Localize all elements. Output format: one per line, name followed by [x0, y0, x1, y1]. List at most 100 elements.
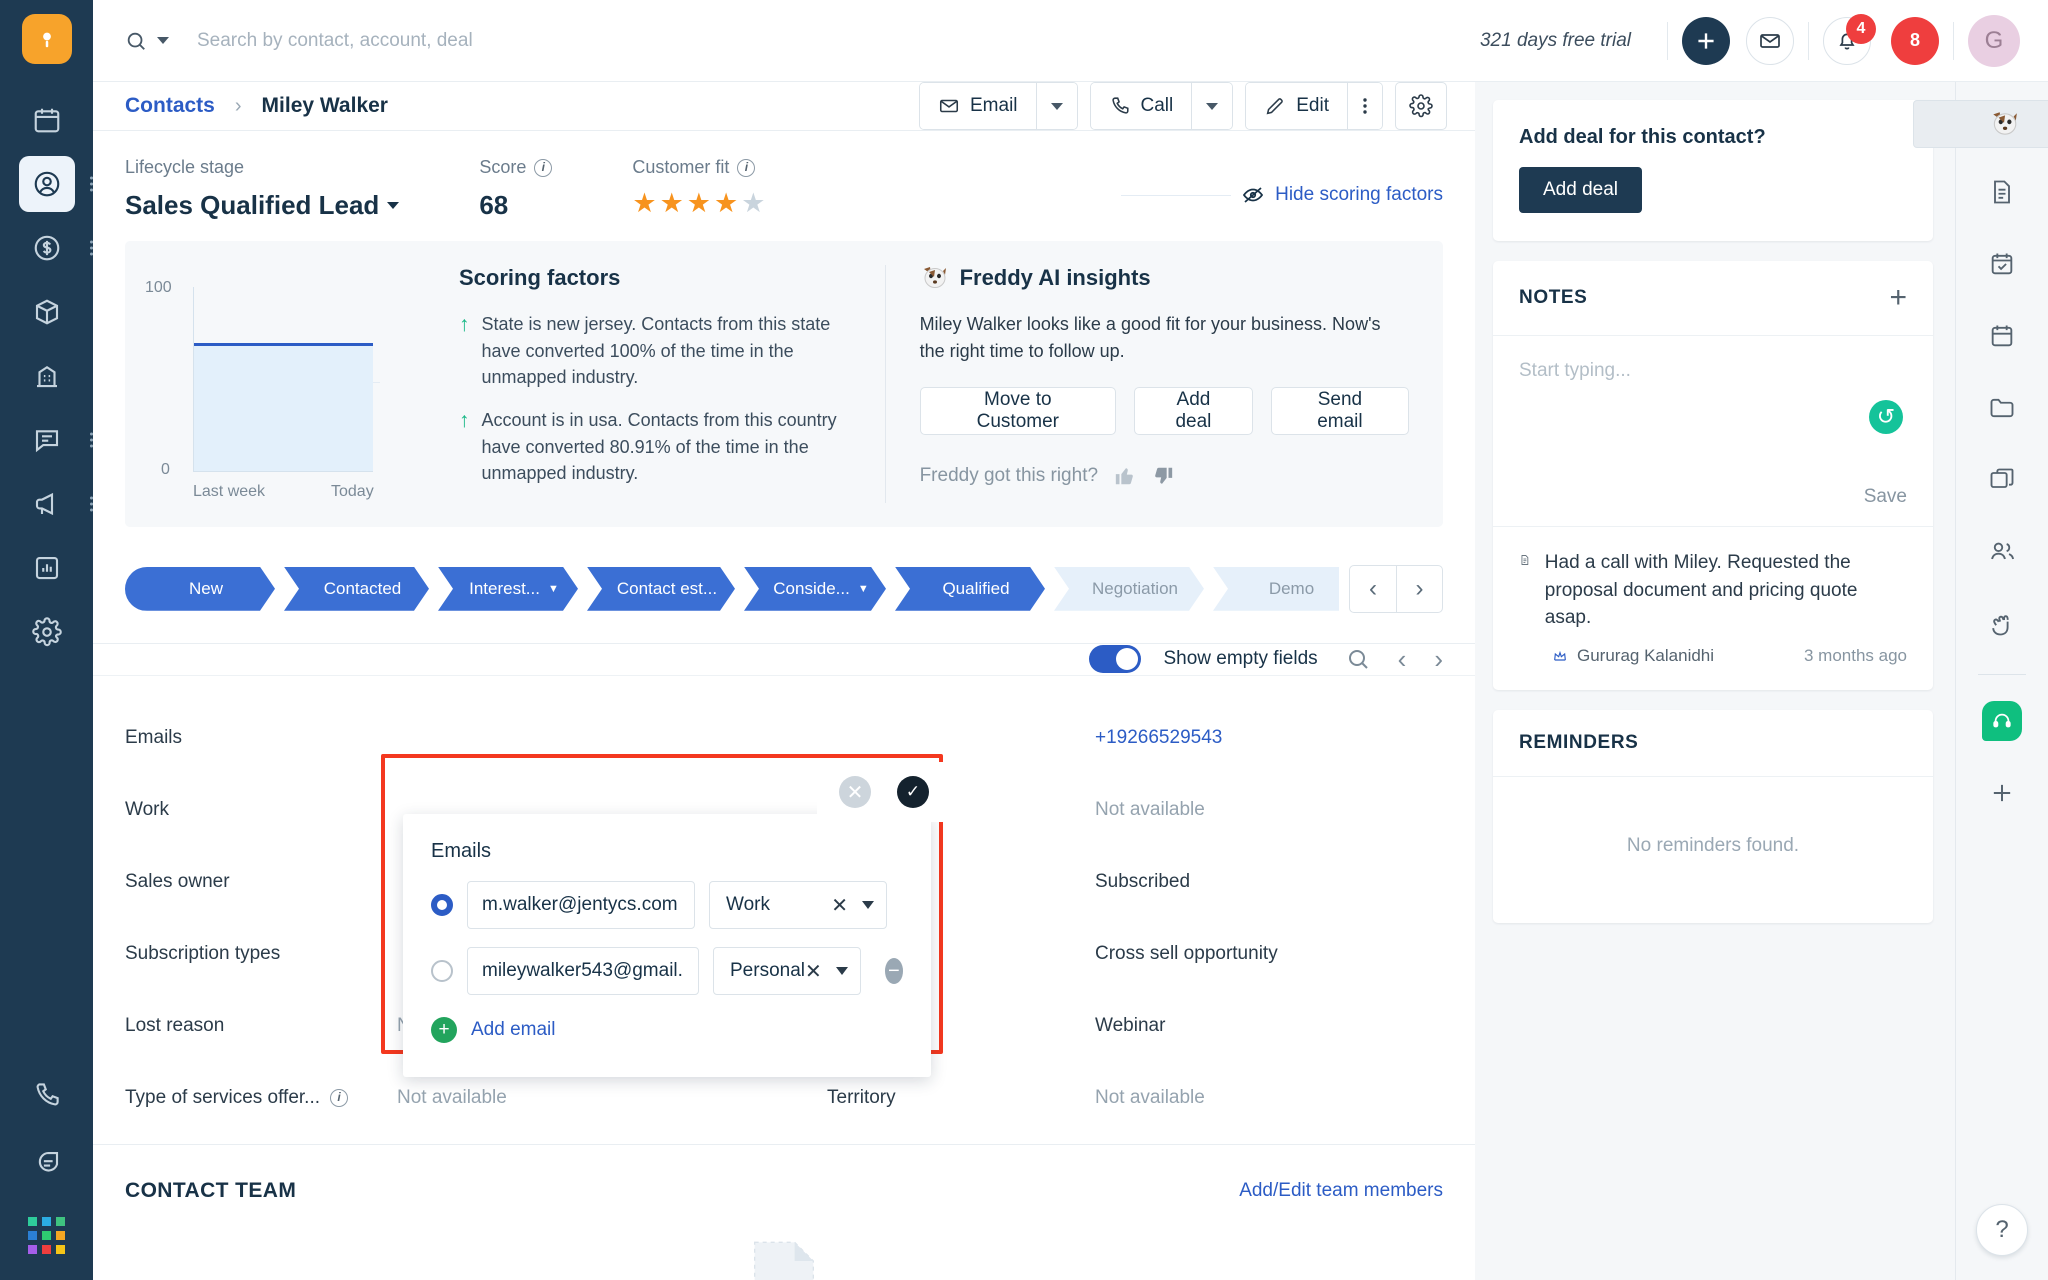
- fields-prev-button[interactable]: ‹: [1398, 644, 1407, 675]
- sidebar-item-menu-icon[interactable]: [89, 432, 93, 448]
- pipeline-stage-contactest[interactable]: Contact est...: [587, 567, 735, 611]
- contacts-icon: [34, 171, 59, 197]
- fields-next-button[interactable]: ›: [1434, 644, 1443, 675]
- info-icon[interactable]: i: [737, 158, 756, 177]
- score-value: 68: [479, 190, 509, 220]
- add-button[interactable]: [1682, 16, 1730, 65]
- thumbs-up-icon[interactable]: [1114, 465, 1136, 487]
- email-type-select[interactable]: Personal ✕: [713, 947, 861, 995]
- sidebar-item-accounts[interactable]: [19, 348, 75, 404]
- email-input[interactable]: [467, 947, 699, 995]
- hide-scoring-factors-link[interactable]: Hide scoring factors: [1121, 183, 1443, 207]
- rail-item-support[interactable]: [1974, 693, 2030, 749]
- rail-item-appointments[interactable]: [1974, 308, 2030, 364]
- sidebar-item-deals[interactable]: [19, 220, 93, 276]
- note-input[interactable]: Start typing... ↺: [1493, 336, 1933, 486]
- more-actions-button[interactable]: [1347, 83, 1382, 129]
- cancel-icon[interactable]: ✕: [839, 776, 871, 808]
- settings-button[interactable]: [1395, 82, 1447, 130]
- sidebar-item-phone[interactable]: [19, 1067, 75, 1123]
- sidebar-item-calendar[interactable]: [19, 92, 75, 148]
- primary-email-radio[interactable]: [431, 960, 453, 982]
- chevron-down-icon[interactable]: ▼: [858, 583, 869, 595]
- rail-item-people[interactable]: [1974, 524, 2030, 580]
- apps-grid-icon[interactable]: [28, 1217, 65, 1254]
- sidebar-item-chat[interactable]: [19, 1135, 75, 1191]
- pipeline-stage-qualified[interactable]: Qualified: [895, 567, 1045, 611]
- pipeline-prev-button[interactable]: ‹: [1350, 566, 1396, 612]
- alerts-badge-button[interactable]: 8: [1891, 16, 1939, 65]
- add-edit-team-members-link[interactable]: Add/Edit team members: [1239, 1180, 1443, 1202]
- note-icon: [1521, 555, 1529, 565]
- chevron-down-icon[interactable]: ▼: [548, 583, 559, 595]
- sidebar-item-conversations[interactable]: [19, 412, 93, 468]
- pipeline-stage-conside[interactable]: Conside... ▼: [744, 567, 886, 611]
- sidebar-item-reports[interactable]: [19, 540, 75, 596]
- field-value[interactable]: Not available: [1095, 1062, 1443, 1134]
- add-note-icon[interactable]: +: [1889, 283, 1907, 313]
- primary-email-radio[interactable]: [431, 894, 453, 916]
- field-value[interactable]: Not available: [1095, 774, 1443, 846]
- search-icon[interactable]: [125, 30, 147, 52]
- pipeline-stage-demo[interactable]: Demo: [1213, 567, 1339, 611]
- clear-icon[interactable]: ✕: [831, 893, 848, 918]
- info-icon[interactable]: i: [330, 1088, 349, 1107]
- search-input[interactable]: [197, 29, 897, 52]
- pipeline-stage-negotiation[interactable]: Negotiation: [1054, 567, 1204, 611]
- add-deal-button[interactable]: Add deal: [1519, 167, 1643, 213]
- pipeline-next-button[interactable]: ›: [1396, 565, 1442, 612]
- send-email-button[interactable]: Send email: [1270, 387, 1409, 435]
- move-to-customer-button[interactable]: Move to Customer: [919, 387, 1117, 435]
- mail-button[interactable]: [1746, 16, 1794, 65]
- notifications-button[interactable]: 4: [1823, 13, 1876, 65]
- add-deal-button[interactable]: Add deal: [1134, 387, 1253, 435]
- clear-icon[interactable]: ✕: [805, 959, 822, 984]
- rail-item-add[interactable]: [1974, 765, 2030, 821]
- show-empty-fields-toggle[interactable]: [1089, 645, 1142, 674]
- thumbs-down-icon[interactable]: [1152, 465, 1174, 487]
- grammarly-icon[interactable]: ↺: [1869, 400, 1903, 434]
- save-note-button[interactable]: Save: [1493, 486, 1933, 526]
- pipeline-stage-contacted[interactable]: Contacted: [284, 567, 429, 611]
- rail-item-freddy[interactable]: [1913, 100, 2048, 148]
- add-email-button[interactable]: + Add email: [431, 1017, 903, 1043]
- global-search[interactable]: [125, 29, 1480, 52]
- email-type-select[interactable]: Work ✕: [709, 881, 887, 929]
- remove-email-button[interactable]: −: [884, 958, 903, 984]
- edit-button[interactable]: Edit: [1246, 83, 1347, 129]
- field-value[interactable]: Webinar: [1095, 990, 1443, 1062]
- main-area: 321 days free trial 4 8 G: [93, 0, 2048, 1280]
- search-scope-chevron-down-icon[interactable]: [157, 37, 169, 44]
- email-dropdown-button[interactable]: [1035, 83, 1077, 129]
- rail-item-tasks[interactable]: [1974, 236, 2030, 292]
- confirm-icon[interactable]: ✓: [897, 776, 929, 808]
- field-value[interactable]: Subscribed: [1095, 846, 1443, 918]
- call-dropdown-button[interactable]: [1191, 83, 1233, 129]
- search-icon[interactable]: [1346, 647, 1370, 671]
- breadcrumb-contacts-link[interactable]: Contacts: [125, 94, 215, 118]
- sidebar-item-marketing[interactable]: [19, 476, 93, 532]
- info-icon[interactable]: i: [534, 158, 553, 177]
- sidebar-item-products[interactable]: [19, 284, 75, 340]
- email-input[interactable]: [467, 881, 695, 929]
- pipeline-stage-new[interactable]: New: [125, 567, 275, 611]
- sidebar-item-menu-icon[interactable]: [89, 496, 93, 512]
- sidebar-item-menu-icon[interactable]: [89, 240, 93, 256]
- rail-item-documents[interactable]: [1974, 164, 2030, 220]
- pipeline-stage-interest[interactable]: Interest... ▼: [438, 567, 578, 611]
- call-button[interactable]: Call: [1090, 83, 1192, 129]
- sidebar-item-menu-icon[interactable]: [89, 176, 93, 192]
- avatar[interactable]: G: [1968, 14, 2020, 67]
- sidebar-item-settings[interactable]: [19, 604, 75, 660]
- sidebar-item-contacts[interactable]: [18, 156, 93, 212]
- rail-item-activities[interactable]: [1974, 596, 2030, 652]
- lifecycle-stage-value[interactable]: Sales Qualified Lead: [125, 190, 400, 221]
- scoring-factor-text: State is new jersey. Contacts from this …: [481, 314, 831, 388]
- email-button[interactable]: Email: [920, 83, 1036, 129]
- field-value[interactable]: Cross sell opportunity: [1095, 918, 1443, 990]
- rail-item-files[interactable]: [1974, 380, 2030, 436]
- rail-item-duplicates[interactable]: [1974, 452, 2030, 508]
- field-value[interactable]: +19266529543: [1095, 702, 1443, 774]
- app-logo-icon[interactable]: [21, 14, 72, 64]
- help-button[interactable]: ?: [1976, 1204, 2028, 1256]
